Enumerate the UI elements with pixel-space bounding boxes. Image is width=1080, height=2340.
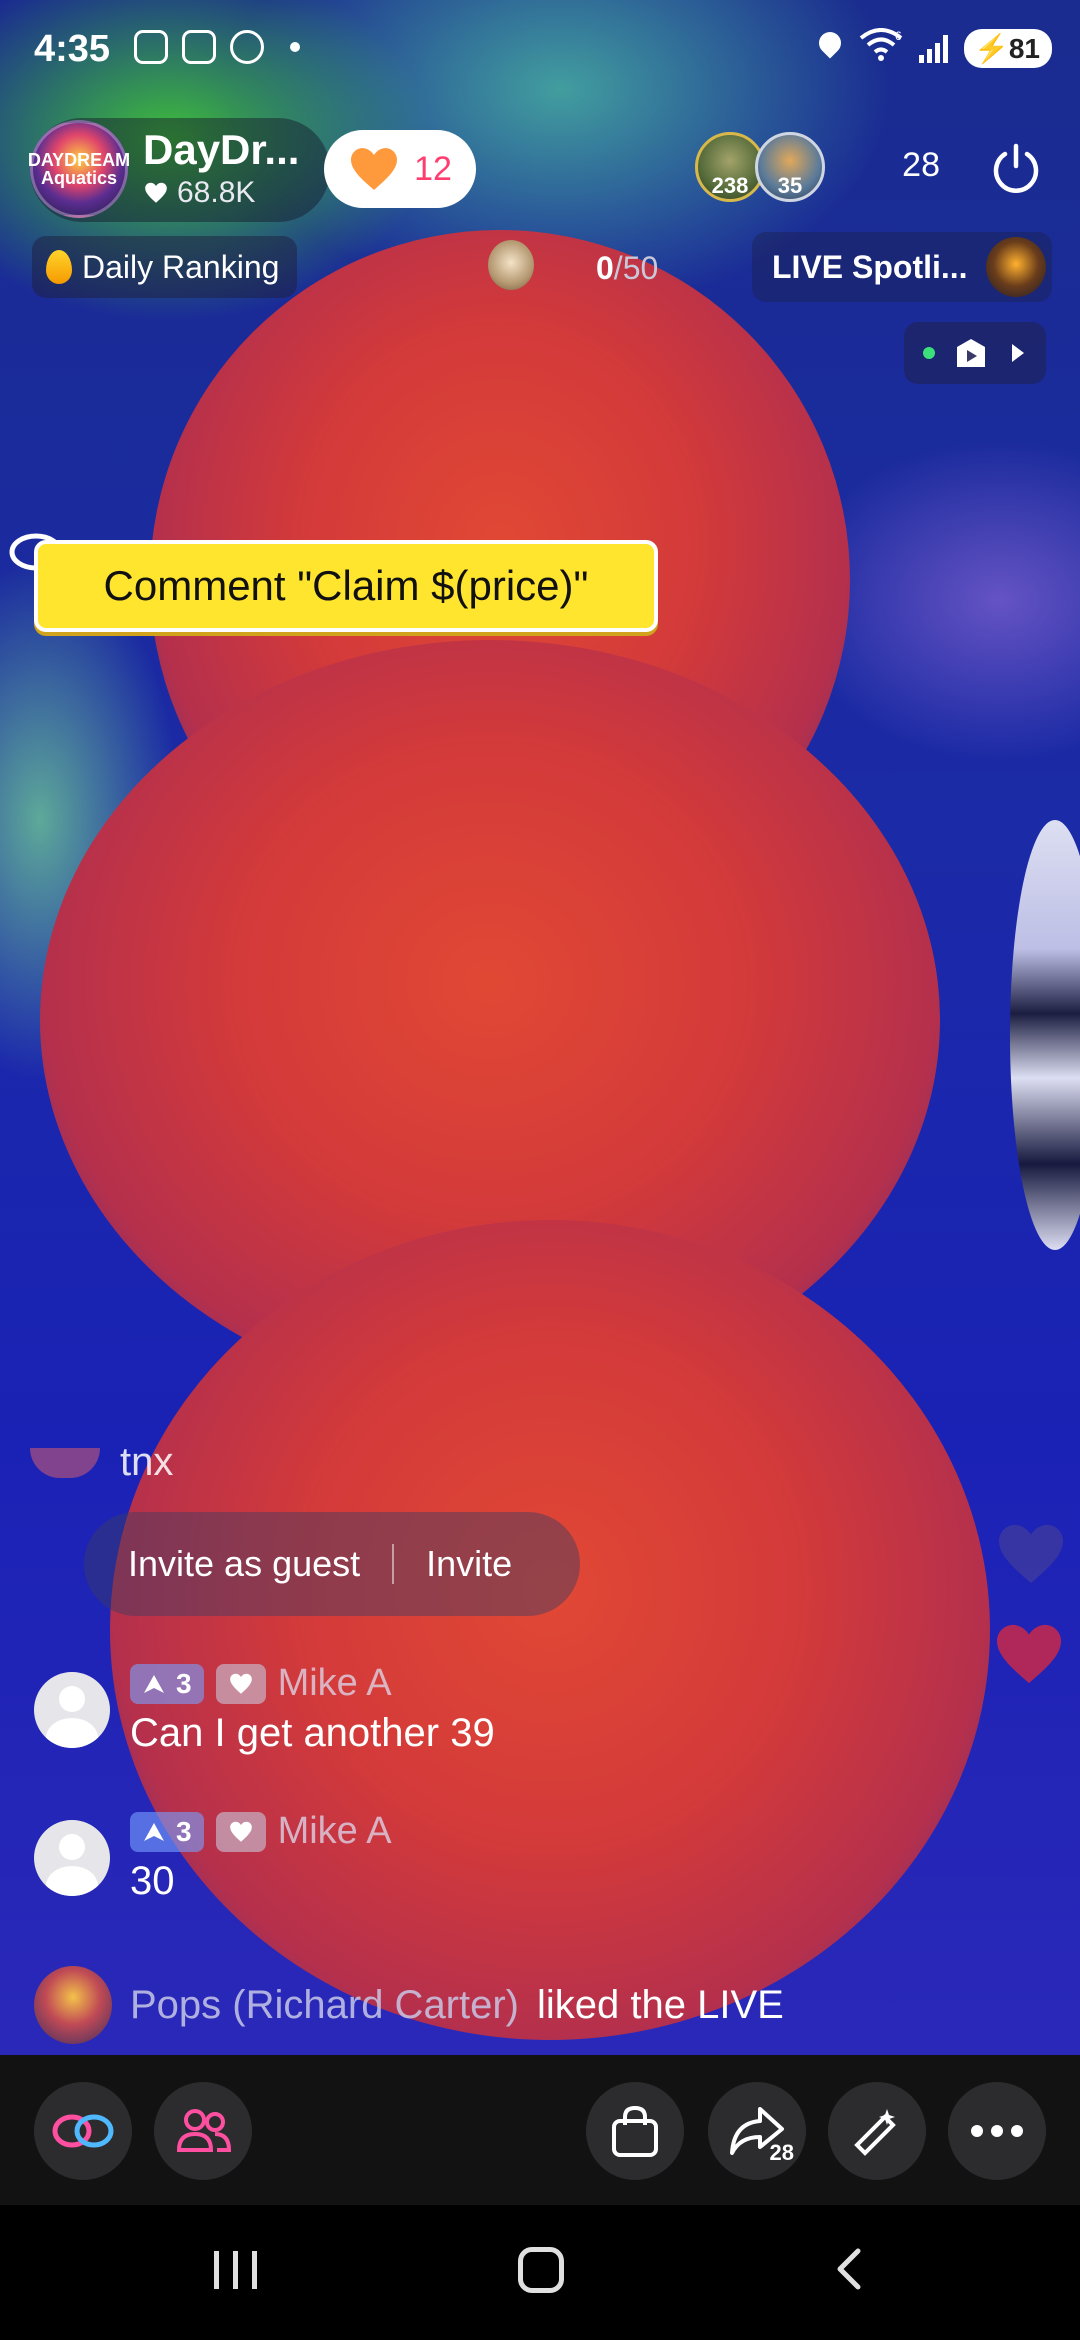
home-icon[interactable] [518,2247,564,2293]
share-button[interactable]: 28 [708,2082,806,2180]
floating-heart-icon [999,1524,1063,1584]
liked-username[interactable]: Pops (Richard Carter) [130,1983,519,2028]
wifi-icon: 6 [859,28,903,68]
host-avatar[interactable]: DAYDREAM Aquatics [28,120,130,218]
avatar[interactable] [34,1672,110,1748]
instagram-icon [182,30,216,64]
liked-live-notice: Pops (Richard Carter) liked the LIVE [34,1966,784,2044]
shop-button[interactable] [586,2082,684,2180]
live-spotlight-label: LIVE Spotli... [772,248,968,285]
floating-heart-icon [997,1624,1061,1684]
notification-icons [134,30,300,64]
action-bar: 28 [0,2055,1080,2205]
daily-ranking-label: Daily Ranking [82,248,280,285]
host-info[interactable]: DAYDREAM Aquatics DayDr... 68.8K [28,118,330,222]
host-likes: 68.8K [143,176,255,210]
follow-heart-button[interactable]: 12 [324,130,476,208]
chat-message-faded: tnx [30,1440,173,1485]
heart-icon [145,182,167,203]
fish [1010,820,1080,1250]
share-count: 28 [769,2140,794,2165]
recent-apps-icon[interactable] [214,2251,257,2289]
power-icon[interactable] [988,140,1044,196]
invite-button[interactable]: Invite [426,1543,512,1585]
more-dots-icon [971,2125,1023,2137]
status-time: 4:35 [34,28,111,70]
comment-sticker[interactable]: Comment "Claim $(price)" [34,540,658,632]
chat-avatar [30,1447,100,1478]
battery-indicator: ⚡81 [963,28,1052,68]
multi-guest-button[interactable] [34,2082,132,2180]
effects-button[interactable] [828,2082,926,2180]
messenger-icon [230,30,264,64]
avatar[interactable] [34,1820,110,1896]
comment-text: 30 [130,1859,175,1903]
people-icon [176,2109,232,2152]
viewer-avatar[interactable]: 35 [755,132,825,202]
comment-username[interactable]: Mike A [278,1810,392,1853]
fan-badge-icon [215,1811,266,1852]
invite-as-guest-button[interactable]: Invite as guest [128,1543,360,1585]
level-badge: 3 [130,1811,204,1852]
live-mini-toolbar[interactable] [904,322,1046,384]
svg-text:6: 6 [895,29,902,43]
magic-wand-icon [854,2109,896,2156]
level-arrow-icon [144,1674,164,1693]
spotlight-icon [986,237,1046,297]
liked-text: liked the LIVE [537,1982,784,2027]
chat-text: tnx [120,1440,174,1484]
heart-icon [351,148,398,190]
viewer-badge: 35 [777,173,803,198]
comment-username[interactable]: Mike A [278,1662,392,1705]
guests-button[interactable] [154,2082,252,2180]
link-loop-icon [52,2114,114,2148]
top-viewers[interactable]: 238 35 [695,132,825,202]
shopping-bag-icon [612,2105,658,2157]
level-badge: 3 [130,1663,204,1704]
back-icon[interactable] [828,2247,872,2291]
goal-progress[interactable]: 0/50 [596,250,658,287]
chevron-right-icon[interactable] [1008,341,1028,365]
live-status-dot-icon [922,347,935,359]
flame-icon [46,250,72,284]
system-icons: 6 ⚡81 [817,28,1052,68]
host-name: DayDr... [143,126,300,173]
chat-comment[interactable]: 3 Mike A Can I get another 39 [34,1662,495,1756]
chat-comment[interactable]: 3 Mike A 30 [34,1810,392,1904]
live-spotlight-button[interactable]: LIVE Spotli... [752,232,1052,302]
video-play-icon[interactable] [953,337,989,369]
fan-badge-icon [215,1663,266,1704]
invite-bar: Invite as guest Invite [84,1512,580,1616]
follow-count: 12 [414,149,452,188]
level-arrow-icon [144,1822,164,1841]
signal-icon [918,33,948,63]
location-icon [817,32,843,64]
screen-record-icon [134,30,168,64]
viewer-count[interactable]: 28 [902,146,940,185]
host-likes-count: 68.8K [177,176,256,209]
navigation-bar [0,2205,1080,2340]
comment-text: Can I get another 39 [130,1711,495,1755]
status-bar: 4:35 6 ⚡81 [0,0,1080,100]
daily-ranking-button[interactable]: Daily Ranking [32,236,298,298]
viewer-badge: 238 [711,173,749,198]
more-notifications-dot-icon [290,42,300,52]
divider [392,1544,395,1584]
avatar[interactable] [34,1966,112,2044]
coral-bottom [110,1220,990,2040]
goal-mascot-icon [488,240,534,290]
more-button[interactable] [948,2082,1046,2180]
